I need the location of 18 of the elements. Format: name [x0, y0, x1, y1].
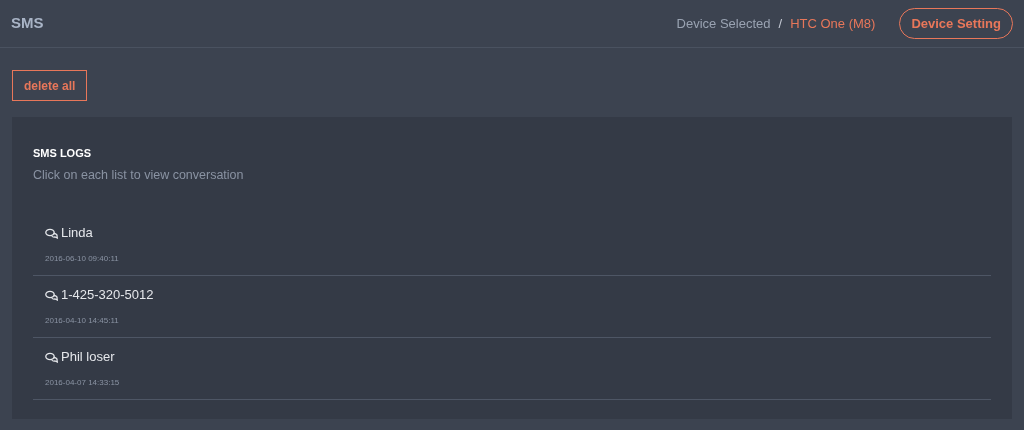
page-title: SMS	[11, 13, 44, 34]
contact-name: Linda	[61, 224, 93, 243]
conversation-item[interactable]: Phil loser 2016-04-07 14:33:15	[33, 338, 991, 401]
conversation-item[interactable]: Linda 2016-06-10 09:40:11	[33, 214, 991, 277]
message-time: 2016-04-07 14:33:15	[45, 376, 121, 389]
message-time: 2016-04-10 14:45:11	[45, 314, 120, 327]
chat-icon	[45, 227, 58, 239]
conversation-item[interactable]: 1-425-320-5012 2016-04-10 14:45:11	[33, 276, 991, 339]
breadcrumb-label: Device Selected	[676, 14, 771, 33]
contact-name: 1-425-320-5012	[61, 286, 154, 305]
breadcrumb-separator: /	[778, 14, 783, 33]
contact-name: Phil loser	[61, 348, 115, 367]
message-time: 2016-06-10 09:40:11	[45, 252, 120, 265]
chat-icon	[45, 289, 58, 301]
device-name: HTC One (M8)	[790, 14, 876, 33]
logs-subtitle: Click on each list to view conversation	[33, 166, 245, 184]
logs-title: SMS LOGS	[33, 146, 93, 161]
chat-icon	[45, 351, 58, 363]
